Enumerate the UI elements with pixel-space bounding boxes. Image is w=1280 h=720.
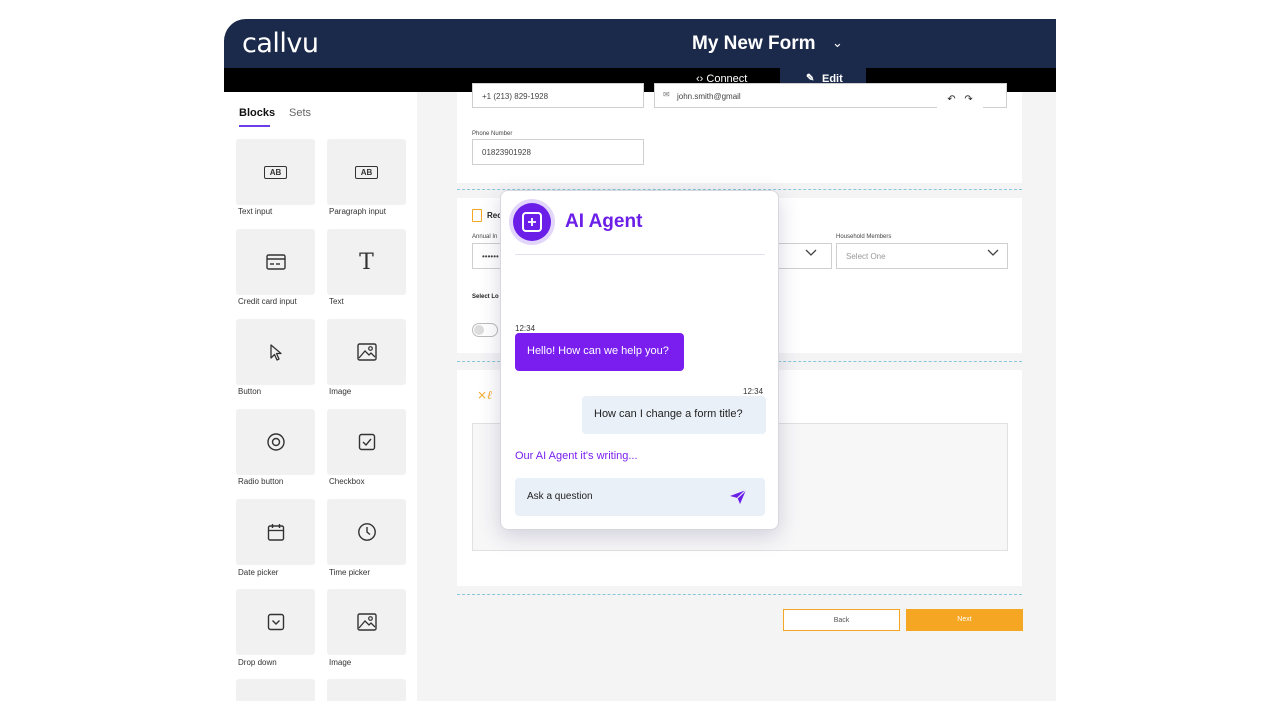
chevron-down-icon[interactable]: ⌄: [832, 35, 843, 51]
back-button[interactable]: Back: [783, 609, 900, 631]
cursor-icon: [236, 319, 315, 385]
block-tile-partial[interactable]: [327, 679, 406, 701]
ai-agent-icon: [522, 212, 542, 232]
block-tile-date-picker[interactable]: [236, 499, 315, 565]
phone-number-input[interactable]: 01823901928: [472, 139, 644, 165]
block-label: Drop down: [238, 658, 277, 667]
undo-redo-bar: ↶ ↷: [937, 92, 983, 110]
blocks-sidebar: Blocks Sets AB Text input AB Paragraph i…: [224, 92, 417, 701]
block-label: Credit card input: [238, 297, 297, 306]
block-label: Paragraph input: [329, 207, 386, 216]
dropdown-icon: [236, 589, 315, 655]
block-tile-credit-card[interactable]: [236, 229, 315, 295]
block-label: Time picker: [329, 568, 371, 577]
phone-input-top[interactable]: +1 (213) 829-1928: [472, 83, 644, 108]
annual-income-label: Annual In: [472, 234, 498, 240]
undo-icon[interactable]: ↶: [947, 94, 955, 105]
toggle-switch[interactable]: [472, 323, 498, 337]
header-bar: callvu My New Form ⌄: [224, 19, 1056, 68]
block-label: Image: [329, 387, 352, 396]
signature-icon: ×ℓ: [477, 388, 493, 402]
household-members-label: Household Members: [836, 234, 892, 240]
block-tile-image-2[interactable]: [327, 589, 406, 655]
section-divider: [457, 594, 1022, 595]
text-input-icon: AB: [236, 139, 315, 205]
block-tile-partial[interactable]: [236, 679, 315, 701]
message-timestamp: 12:34: [743, 387, 764, 396]
block-tile-radio[interactable]: [236, 409, 315, 475]
block-tile-image[interactable]: [327, 319, 406, 385]
user-message-bubble: How can I change a form title?: [582, 396, 766, 434]
message-timestamp: 12:34: [515, 324, 536, 333]
household-members-select[interactable]: Select One: [836, 243, 1008, 269]
email-value: john.smith@gmail: [677, 92, 741, 101]
document-icon: [472, 209, 482, 222]
tab-blocks[interactable]: Blocks: [239, 107, 275, 119]
chevron-down-icon: [805, 249, 817, 260]
divider: [515, 254, 765, 255]
calendar-icon: [236, 499, 315, 565]
ai-agent-title: AI Agent: [565, 211, 643, 232]
send-icon[interactable]: [729, 489, 747, 510]
block-tile-text[interactable]: T: [327, 229, 406, 295]
select-location-label: Select Lo: [472, 294, 499, 300]
callvu-logo: callvu: [242, 28, 319, 59]
block-tile-checkbox[interactable]: [327, 409, 406, 475]
block-tile-drop-down[interactable]: [236, 589, 315, 655]
image-icon: [327, 319, 406, 385]
block-label: Date picker: [238, 568, 279, 577]
text-icon: T: [359, 249, 374, 275]
agent-typing-status: Our AI Agent it's writing...: [515, 450, 638, 462]
agent-message-bubble: Hello! How can we help you?: [515, 333, 684, 371]
block-label: Image: [329, 658, 352, 667]
ai-agent-avatar: [513, 203, 551, 241]
radio-icon: [236, 409, 315, 475]
chevron-down-icon: [987, 249, 999, 260]
credit-card-icon: [236, 229, 315, 295]
phone-number-label: Phone Number: [472, 131, 513, 137]
block-label: Radio button: [238, 477, 284, 486]
active-tab-indicator: [239, 125, 270, 127]
block-label: Text: [329, 297, 344, 306]
tab-sets[interactable]: Sets: [289, 107, 311, 119]
image-icon: [327, 589, 406, 655]
toggle-knob: [474, 325, 484, 335]
block-tile-time-picker[interactable]: [327, 499, 406, 565]
ask-question-input[interactable]: Ask a question: [515, 478, 765, 516]
mail-icon: ✉: [663, 90, 670, 99]
next-button[interactable]: Next: [906, 609, 1023, 631]
form-title[interactable]: My New Form: [692, 33, 816, 55]
block-label: Text input: [238, 207, 273, 216]
ask-question-placeholder: Ask a question: [527, 491, 593, 502]
block-label: Checkbox: [329, 477, 365, 486]
block-label: Button: [238, 387, 262, 396]
block-tile-paragraph-input[interactable]: AB: [327, 139, 406, 205]
ai-agent-panel: AI Agent 12:34 Hello! How can we help yo…: [500, 190, 779, 530]
block-tile-button[interactable]: [236, 319, 315, 385]
ab-glyph: AB: [354, 165, 379, 179]
clock-icon: [327, 499, 406, 565]
ab-glyph: AB: [263, 165, 288, 179]
paragraph-input-icon: AB: [327, 139, 406, 205]
checkbox-icon: [327, 409, 406, 475]
redo-icon[interactable]: ↷: [964, 94, 972, 105]
block-tile-text-input[interactable]: AB: [236, 139, 315, 205]
